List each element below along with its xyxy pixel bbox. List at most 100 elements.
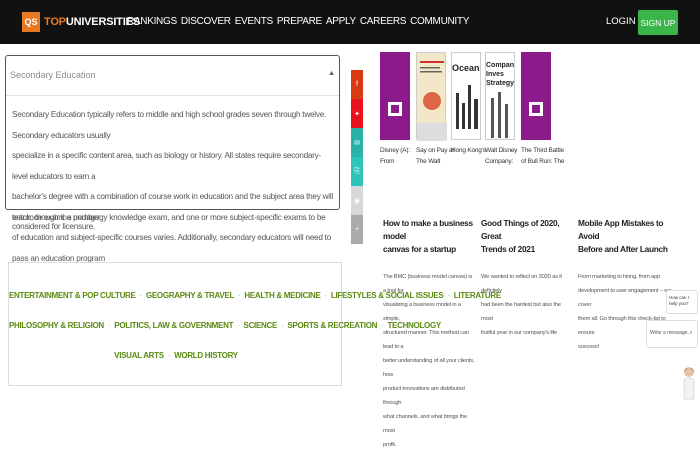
topics-box: ENTERTAINMENT & POP CULTURE · GEOGRAPHY & …: [8, 262, 501, 386]
accordion-body: Secondary Education typically refers to …: [6, 96, 339, 269]
nav-discover[interactable]: DISCOVER: [181, 16, 231, 27]
book-caption-line: Say on Pay at: [416, 147, 454, 154]
book-caption-line: The Walt: [416, 158, 441, 165]
whatsapp-share-icon[interactable]: ◉: [351, 186, 363, 215]
book-cover[interactable]: [380, 52, 410, 140]
topic-separator: ·: [167, 351, 171, 360]
book-cover[interactable]: Ocean Park Tal: [451, 52, 481, 140]
topic-separator: ·: [107, 321, 111, 330]
book-cover-art-icon: [456, 85, 478, 129]
nav-community[interactable]: COMMUNITY: [410, 16, 469, 27]
article-title-line: Mobile App Mistakes to Avoid: [578, 218, 664, 241]
book-cover[interactable]: [521, 52, 551, 140]
nav-apply[interactable]: APPLY: [326, 16, 356, 27]
article-title-line: Good Things of 2020, Great: [481, 218, 560, 241]
topic-link[interactable]: SCIENCE: [244, 321, 278, 330]
more-share-icon[interactable]: +: [351, 215, 363, 244]
logo-top: TOP: [44, 16, 66, 28]
topic-link[interactable]: PHILOSOPHY & RELIGION: [9, 321, 104, 330]
nav-prepare[interactable]: PREPARE: [277, 16, 322, 27]
topics-row: ENTERTAINMENT & POP CULTURE · GEOGRAPHY & …: [9, 291, 501, 300]
topic-separator: ·: [324, 291, 328, 300]
book-caption[interactable]: Hong Kong's: [451, 145, 486, 156]
twitter-share-icon[interactable]: ✦: [351, 99, 363, 128]
chat-greeting-bubble[interactable]: How can I help you?: [666, 290, 698, 314]
topic-separator: ·: [139, 291, 143, 300]
email-share-icon[interactable]: ✉: [351, 128, 363, 157]
book-cover-title: Company Inves Strategy: [486, 62, 515, 87]
topic-link[interactable]: POLITICS, LAW & GOVERNMENT: [114, 321, 233, 330]
book-caption-line: Walt Disney: [485, 147, 518, 154]
article-card[interactable]: Good Things of 2020, Great Trends of 2021…: [481, 217, 573, 340]
book-caption-line: Disney (A):: [380, 147, 410, 154]
topics-row: VISUAL ARTS · WORLD HISTORY: [9, 351, 343, 360]
article-title[interactable]: Mobile App Mistakes to Avoid Before and A…: [578, 217, 678, 256]
topic-link[interactable]: GEOGRAPHY & TRAVEL: [146, 291, 234, 300]
login-link[interactable]: LOGIN: [606, 16, 636, 27]
accordion-line: specialize in a specific content area, s…: [12, 151, 321, 181]
signup-button[interactable]: SIGN UP: [638, 10, 678, 35]
book-caption-line: Company:: [485, 158, 514, 165]
book-caption-line: The Third Battle: [521, 147, 564, 154]
article-excerpt: We wanted to reflect on 2020 as it defin…: [481, 270, 573, 340]
excerpt-line: The BMC (business model canvas) is a too…: [383, 274, 473, 294]
book-caption-line: Hong Kong's: [451, 147, 486, 154]
facebook-share-icon[interactable]: f: [351, 70, 363, 99]
excerpt-line: development to user engagement – we cove…: [578, 288, 672, 308]
accordion-header[interactable]: Secondary Education ▲: [6, 56, 339, 96]
site-logo[interactable]: QS TOPUNIVERSITIES: [22, 12, 140, 32]
chat-agent-avatar[interactable]: [682, 365, 696, 400]
excerpt-line: We wanted to reflect on 2020 as it defin…: [481, 274, 562, 294]
excerpt-line: fruitful year in our company's life: [481, 330, 557, 336]
book-cover-art-icon: [388, 102, 402, 116]
book-caption-line: From: [380, 158, 395, 165]
book-cover[interactable]: Company Inves Strategy: [485, 52, 515, 140]
article-card[interactable]: How to make a business model canvas for a…: [383, 217, 475, 452]
book-cover[interactable]: [416, 52, 447, 141]
topic-separator: ·: [237, 321, 240, 330]
book-caption-line: of Bull Run: The: [521, 158, 565, 165]
article-title-line: canvas for a startup: [383, 244, 456, 254]
topic-separator: ·: [238, 291, 241, 300]
topic-link[interactable]: VISUAL ARTS: [114, 351, 164, 360]
excerpt-line: had been the hardest but also the most: [481, 302, 561, 322]
topic-link[interactable]: SPORTS & RECREATION: [287, 321, 377, 330]
book-caption[interactable]: Disney (A): From: [380, 145, 410, 167]
collapse-caret-icon[interactable]: ▲: [328, 70, 335, 77]
article-title[interactable]: Good Things of 2020, Great Trends of 2021: [481, 217, 573, 256]
topic-link[interactable]: ENTERTAINMENT & POP CULTURE: [9, 291, 136, 300]
article-title-line: How to make a business model: [383, 218, 473, 241]
topic-link[interactable]: WORLD HISTORY: [174, 351, 238, 360]
book-caption[interactable]: Say on Pay at The Walt: [416, 145, 454, 167]
nav-events[interactable]: EVENTS: [235, 16, 274, 27]
nav-rankings[interactable]: RANKINGS: [127, 16, 177, 27]
social-share-strip: f ✦ ✉ ⎘ ◉ +: [351, 70, 363, 244]
article-title-line: Trends of 2021: [481, 244, 535, 254]
accordion-line: Secondary Education typically refers to …: [12, 110, 327, 140]
excerpt-line: product innovations are distributed thro…: [383, 386, 465, 406]
logo-wordmark: TOPUNIVERSITIES: [44, 16, 140, 28]
article-title[interactable]: How to make a business model canvas for a…: [383, 217, 475, 256]
excerpt-line: From marketing to hiring, from app: [578, 274, 661, 280]
excerpt-line: profit.: [383, 442, 397, 448]
excerpt-line: better understanding of all your clients…: [383, 358, 475, 378]
article-title-line: Before and After Launch: [578, 244, 668, 254]
nav-careers[interactable]: CAREERS: [360, 16, 407, 27]
top-navigation-bar: QS TOPUNIVERSITIES RANKINGS DISCOVER EVE…: [0, 0, 700, 44]
logo-mark: QS: [22, 12, 40, 32]
link-share-icon[interactable]: ⎘: [351, 157, 363, 186]
topic-link[interactable]: HEALTH & MEDICINE: [244, 291, 320, 300]
book-cover-art-icon: [417, 61, 447, 141]
book-cover-title: Ocean Park Tal: [452, 63, 480, 73]
chat-send-icon[interactable]: ›: [690, 330, 692, 336]
article-excerpt: The BMC (business model canvas) is a too…: [383, 270, 475, 452]
excerpt-line: visualizing a business model in a simple…: [383, 302, 461, 322]
topic-separator: ·: [281, 321, 284, 330]
accordion-overflow-text: entrance exam, a pedagogy knowledge exam…: [12, 213, 326, 231]
book-caption[interactable]: Walt Disney Company:: [485, 145, 517, 167]
topics-row: PHILOSOPHY & RELIGION · POLITICS, LAW & GO…: [9, 321, 441, 330]
main-menu: RANKINGS DISCOVER EVENTS PREPARE APPLY C…: [127, 16, 469, 27]
book-caption[interactable]: The Third Battle of Bull Run: The: [521, 145, 564, 167]
accordion-title: Secondary Education: [10, 70, 96, 80]
excerpt-line: what channels, and what brings the most: [383, 414, 468, 434]
